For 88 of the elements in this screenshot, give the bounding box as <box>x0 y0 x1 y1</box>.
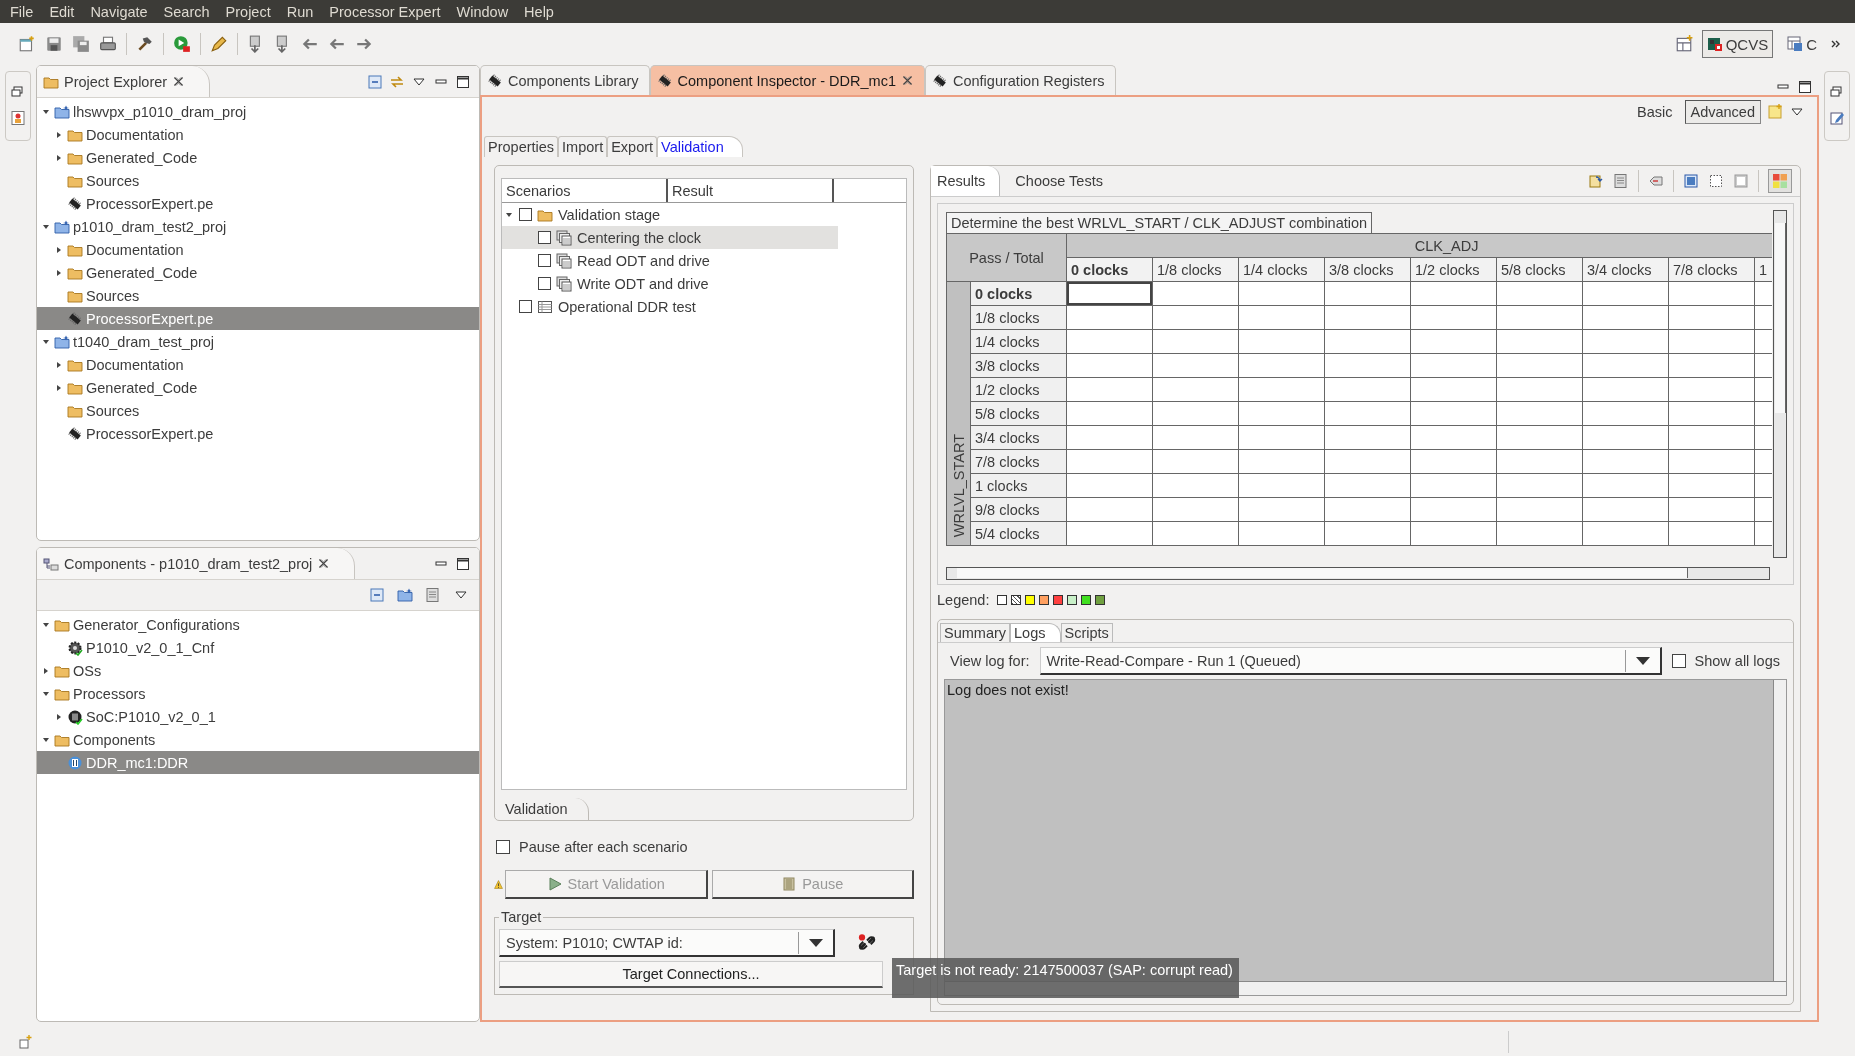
tree-item[interactable]: ProcessorExpert.pe <box>37 422 479 445</box>
row-header: 1/8 clocks <box>970 305 1067 330</box>
row-header: 5/8 clocks <box>970 401 1067 426</box>
column-header: 1/4 clocks <box>1238 257 1325 282</box>
tree-item[interactable]: Sources <box>37 284 479 307</box>
column-header[interactable]: Result <box>668 179 834 202</box>
mode-button[interactable]: Basic <box>1631 100 1679 124</box>
editor-tab[interactable]: Components Library <box>480 65 650 95</box>
tab[interactable]: Validation <box>657 136 743 157</box>
row-header: 1/2 clocks <box>970 377 1067 402</box>
menu-item[interactable]: Help <box>516 3 562 20</box>
editor-tab[interactable]: Configuration Registers <box>925 65 1116 95</box>
tree-item[interactable]: Write ODT and drive <box>502 272 838 295</box>
tree-item[interactable]: Documentation <box>37 123 479 146</box>
menu-item[interactable]: Window <box>448 3 517 20</box>
tree-item[interactable]: Generated_Code <box>37 146 479 169</box>
column-header: 3/4 clocks <box>1582 257 1669 282</box>
tree-item[interactable]: Processors <box>37 682 479 705</box>
column-header: 1/8 clocks <box>1152 257 1239 282</box>
column-header: 3/8 clocks <box>1324 257 1411 282</box>
tree-item[interactable]: OSs <box>37 659 479 682</box>
checkbox-label[interactable]: Pause after each scenario <box>496 839 914 855</box>
tree-item[interactable]: ProcessorExpert.pe <box>37 192 479 215</box>
tree-item[interactable]: Validation stage <box>502 203 838 226</box>
tree-item[interactable]: Sources <box>37 169 479 192</box>
view-tab[interactable]: Components - p1010_dram_test2_proj <box>37 548 356 579</box>
column-header: 5/8 clocks <box>1496 257 1583 282</box>
tree-item[interactable]: Documentation <box>37 238 479 261</box>
row-header: 5/4 clocks <box>970 521 1067 546</box>
tree-item[interactable]: Documentation <box>37 353 479 376</box>
target-combo[interactable]: System: P1010; CWTAP id: <box>499 929 835 957</box>
tab[interactable]: Properties <box>484 136 559 157</box>
menu-item[interactable]: Processor Expert <box>321 3 449 20</box>
tree-item[interactable]: Operational DDR test <box>502 295 838 318</box>
field-label: View log for: <box>950 653 1030 669</box>
tree-item[interactable]: Read ODT and drive <box>502 249 838 272</box>
checkbox-label[interactable]: Show all logs <box>1671 653 1780 669</box>
menu-item[interactable]: File <box>2 3 42 20</box>
mode-button[interactable]: Advanced <box>1684 100 1761 124</box>
tree-item[interactable]: Generator_Configurations <box>37 613 479 636</box>
corner-header: Pass / Total <box>946 233 1067 282</box>
view-title: Project Explorer <box>64 73 168 90</box>
grid-title: Determine the best WRLVL_START / CLK_ADJUST combination <box>946 212 1373 233</box>
legend-label: Legend: <box>937 592 990 608</box>
tree-item[interactable]: Generated_Code <box>37 261 479 284</box>
column-header: 7/8 clocks <box>1668 257 1755 282</box>
tree-item[interactable]: P1010_v2_0_1_Cnf <box>37 636 479 659</box>
axis-header: CLK_ADJ <box>1066 233 1772 258</box>
tree-item[interactable]: lhswvpx_p1010_dram_proj <box>37 100 479 123</box>
tab[interactable]: Logs <box>1010 623 1061 642</box>
tree-item[interactable]: Generated_Code <box>37 376 479 399</box>
row-header: 3/4 clocks <box>970 425 1067 450</box>
menu-item[interactable]: Run <box>278 3 322 20</box>
log-text: Log does not exist! <box>947 682 1069 698</box>
tree-item[interactable]: SoC:P1010_v2_0_1 <box>37 705 479 728</box>
perspective-button[interactable]: QCVS <box>1701 30 1774 58</box>
tab[interactable]: Export <box>607 136 658 157</box>
column-header: 0 clocks <box>1066 257 1153 282</box>
row-header: 1 clocks <box>970 473 1067 498</box>
view-tab[interactable]: Project Explorer <box>37 66 211 97</box>
tab[interactable]: Import <box>558 136 608 157</box>
menu-item[interactable]: Edit <box>41 3 83 20</box>
row-header: 1/4 clocks <box>970 329 1067 354</box>
tree-item[interactable]: p1010_dram_test2_proj <box>37 215 479 238</box>
editor-tab[interactable]: Component Inspector - DDR_mc1 <box>649 65 925 95</box>
tree-item[interactable]: t1040_dram_test_proj <box>37 330 479 353</box>
target-connections-button[interactable]: Target Connections... <box>499 961 883 988</box>
menu-item[interactable]: Search <box>155 3 218 20</box>
perspective-button[interactable]: C <box>1782 30 1822 58</box>
menu-item[interactable]: Project <box>217 3 279 20</box>
tree-item[interactable]: Sources <box>37 399 479 422</box>
view-title: Components - p1010_dram_test2_proj <box>64 555 313 572</box>
tooltip: Target is not ready: 2147500037 (SAP: corrupt read) <box>892 958 1239 998</box>
tree-item[interactable]: Components <box>37 728 479 751</box>
tree-item[interactable]: Centering the clock <box>502 226 838 249</box>
tab[interactable]: Summary <box>940 623 1011 642</box>
row-header: 3/8 clocks <box>970 353 1067 378</box>
tab[interactable]: Results <box>931 166 1001 196</box>
row-header: 9/8 clocks <box>970 497 1067 522</box>
log-combo[interactable]: Write-Read-Compare - Run 1 (Queued) <box>1039 647 1662 675</box>
axis-header: WRLVL_START <box>950 433 967 537</box>
group-label: Target <box>500 909 543 925</box>
column-header: 1/2 clocks <box>1410 257 1497 282</box>
column-header[interactable]: Scenarios <box>502 179 668 202</box>
row-header: 7/8 clocks <box>970 449 1067 474</box>
tab[interactable]: Scripts <box>1060 623 1113 642</box>
menu-item[interactable]: Navigate <box>82 3 156 20</box>
row-header: 0 clocks <box>970 281 1067 306</box>
